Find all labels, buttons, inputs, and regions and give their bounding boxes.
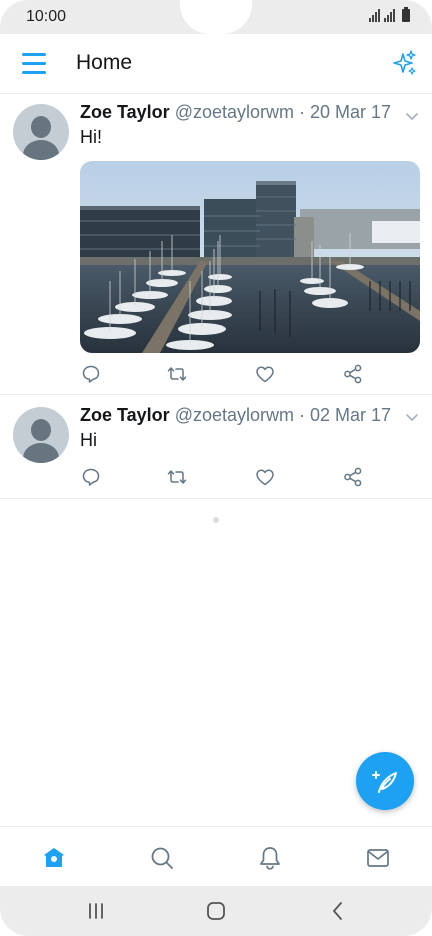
- tweet-actions: [80, 466, 380, 488]
- tweet-header: Zoe Taylor @zoetaylorwm · 02 Mar 17: [80, 405, 391, 426]
- compose-tweet-icon: [372, 771, 397, 793]
- status-icons: [369, 7, 410, 22]
- menu-icon[interactable]: [22, 53, 46, 75]
- app-bar: Home: [0, 34, 432, 94]
- retweet-icon[interactable]: [166, 363, 188, 385]
- recent-apps-icon[interactable]: [84, 900, 108, 922]
- back-icon[interactable]: [326, 900, 350, 922]
- status-bar: 10:00: [0, 0, 432, 34]
- tweet-separator: ·: [294, 102, 311, 122]
- chevron-down-icon[interactable]: [404, 108, 420, 124]
- tweet-date: 02 Mar 17: [310, 405, 392, 425]
- phone-screen: 10:00 Home Zoe Taylor @zoetaylorwm · 20 …: [0, 0, 432, 936]
- retweet-icon[interactable]: [166, 466, 188, 488]
- bell-icon[interactable]: [257, 845, 283, 871]
- tweet-handle: @zoetaylorwm: [174, 102, 295, 122]
- battery-icon: [402, 7, 410, 22]
- share-icon[interactable]: [342, 363, 364, 385]
- signal-icon: [369, 9, 380, 22]
- tweet-header: Zoe Taylor @zoetaylorwm · 20 Mar 17: [80, 102, 391, 123]
- tweet-actions: [80, 363, 380, 385]
- loading-dot: [213, 517, 219, 523]
- mail-icon[interactable]: [365, 845, 391, 871]
- signal-icon-2: [384, 9, 395, 22]
- sparkle-icon[interactable]: [390, 49, 418, 77]
- tweet-image[interactable]: [80, 161, 420, 353]
- tweet-text: Hi: [80, 430, 97, 450]
- tweet-item[interactable]: Zoe Taylor @zoetaylorwm · 20 Mar 17 Hi!: [0, 94, 432, 395]
- heart-icon[interactable]: [254, 466, 276, 488]
- tweet-text: Hi!: [80, 127, 102, 147]
- heart-icon[interactable]: [254, 363, 276, 385]
- tweet-handle: @zoetaylorwm: [174, 405, 295, 425]
- chevron-down-icon[interactable]: [404, 409, 420, 425]
- compose-tweet-button[interactable]: [356, 752, 414, 810]
- camera-notch: [180, 0, 252, 34]
- status-time: 10:00: [26, 8, 67, 25]
- search-icon[interactable]: [149, 845, 175, 871]
- tweet-date: 20 Mar 17: [310, 102, 392, 122]
- avatar[interactable]: [13, 104, 69, 160]
- reply-icon[interactable]: [80, 466, 102, 488]
- tweet-author-name[interactable]: Zoe Taylor: [80, 102, 170, 122]
- tweet-item[interactable]: Zoe Taylor @zoetaylorwm · 02 Mar 17 Hi: [0, 395, 432, 499]
- bottom-nav: [0, 826, 432, 886]
- tweet-separator: ·: [294, 405, 311, 425]
- page-title: Home: [76, 51, 133, 74]
- reply-icon[interactable]: [80, 363, 102, 385]
- share-icon[interactable]: [342, 466, 364, 488]
- home-button-icon[interactable]: [204, 900, 228, 922]
- tweet-author-name[interactable]: Zoe Taylor: [80, 405, 170, 425]
- system-nav-bar: [0, 886, 432, 936]
- avatar[interactable]: [13, 407, 69, 463]
- home-icon[interactable]: [41, 845, 67, 871]
